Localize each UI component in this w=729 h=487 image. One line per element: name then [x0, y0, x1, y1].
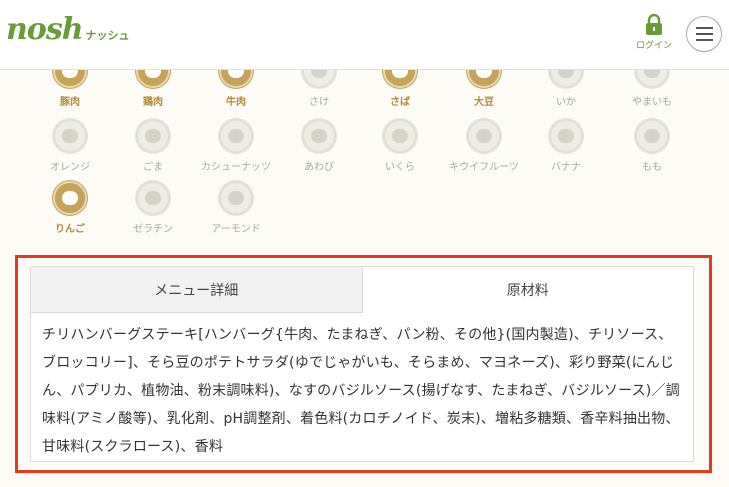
allergen-icon	[549, 70, 583, 88]
hamburger-line-icon	[696, 27, 713, 29]
allergen-icon	[136, 119, 170, 153]
allergen-glyph-icon	[476, 70, 492, 78]
allergen-glyph-icon	[558, 129, 574, 143]
allergen-item: 豚肉	[29, 70, 111, 108]
hamburger-menu-button[interactable]	[686, 16, 722, 52]
allergen-icon	[219, 119, 253, 153]
allergen-label: 大豆	[474, 97, 494, 108]
hamburger-line-icon	[696, 33, 713, 35]
allergen-glyph-icon	[145, 191, 161, 205]
allergen-label: キウイフルーツ	[449, 162, 519, 173]
allergen-icon-grid: 豚肉 鶏肉 牛肉 さけ さば 大豆 いか やまいもオレンジ ごま カシューナッツ あわび いくら キウイ…	[0, 70, 729, 245]
allergen-icon	[136, 181, 170, 215]
allergen-item: カシューナッツ	[195, 119, 277, 173]
allergen-label: オレンジ	[50, 162, 90, 173]
site-header: nosh ナッシュ ログイン	[0, 0, 729, 70]
allergen-label: さば	[390, 97, 410, 108]
ingredients-text: チリハンバーグステーキ[ハンバーグ{牛肉、たまねぎ、パン粉、その他}(国内製造)…	[42, 327, 680, 455]
allergen-label: いか	[556, 97, 576, 108]
tab-bar: メニュー詳細 原材料	[31, 267, 693, 313]
allergen-label: りんご	[55, 224, 85, 235]
allergen-item: りんご	[29, 181, 111, 235]
allergen-glyph-icon	[558, 70, 574, 78]
allergen-label: 鶏肉	[143, 97, 163, 108]
allergen-item: 大豆	[443, 70, 525, 108]
login-label: ログイン	[635, 41, 672, 51]
tab-ingredients[interactable]: 原材料	[362, 267, 693, 313]
allergen-icon	[383, 70, 417, 88]
allergen-icon	[136, 70, 170, 88]
allergen-icon	[53, 181, 87, 215]
allergen-item: 牛肉	[195, 70, 277, 108]
allergen-label: ゼラチン	[133, 224, 173, 235]
allergen-icon	[53, 119, 87, 153]
allergen-item: いくら	[359, 119, 441, 173]
allergen-label: もも	[642, 162, 662, 173]
allergen-label: 牛肉	[226, 97, 246, 108]
allergen-icon	[467, 119, 501, 153]
allergen-glyph-icon	[476, 129, 492, 143]
hamburger-line-icon	[696, 39, 713, 41]
allergen-glyph-icon	[228, 70, 244, 78]
allergen-icon	[219, 181, 253, 215]
allergen-label: バナナ	[551, 162, 581, 173]
allergen-icon	[302, 70, 336, 88]
allergen-item: ゼラチン	[112, 181, 194, 235]
allergen-glyph-icon	[644, 129, 660, 143]
allergen-item: さけ	[278, 70, 360, 108]
allergen-glyph-icon	[228, 129, 244, 143]
allergen-label: さけ	[309, 97, 329, 108]
allergen-glyph-icon	[62, 70, 78, 78]
allergen-item: アーモンド	[195, 181, 277, 235]
allergen-glyph-icon	[392, 129, 408, 143]
lock-icon	[646, 14, 662, 35]
allergen-item: ごま	[112, 119, 194, 173]
allergen-item: やまいも	[611, 70, 693, 108]
allergen-item: 鶏肉	[112, 70, 194, 108]
allergen-label: アーモンド	[211, 224, 261, 235]
allergen-icon	[635, 119, 669, 153]
allergen-glyph-icon	[62, 129, 78, 143]
allergen-item: さば	[359, 70, 441, 108]
allergen-item: もも	[611, 119, 693, 173]
allergen-label: ごま	[143, 162, 163, 173]
allergen-icon	[383, 119, 417, 153]
allergen-glyph-icon	[311, 129, 327, 143]
allergen-item: キウイフルーツ	[443, 119, 525, 173]
tab-menu-detail[interactable]: メニュー詳細	[31, 267, 363, 313]
allergen-icon	[467, 70, 501, 88]
allergen-label: いくら	[385, 162, 415, 173]
allergen-item: バナナ	[525, 119, 607, 173]
nosh-logo[interactable]: nosh ナッシュ	[6, 12, 130, 52]
allergen-label: カシューナッツ	[201, 162, 271, 173]
allergen-icon	[302, 119, 336, 153]
allergen-glyph-icon	[62, 191, 78, 205]
allergen-icon	[549, 119, 583, 153]
logo-katakana: ナッシュ	[85, 29, 130, 42]
allergen-icon	[635, 70, 669, 88]
allergen-icon	[219, 70, 253, 88]
allergen-item: あわび	[278, 119, 360, 173]
allergen-icon	[53, 70, 87, 88]
menu-info-panel: メニュー詳細 原材料 チリハンバーグステーキ[ハンバーグ{牛肉、たまねぎ、パン粉…	[30, 266, 694, 462]
allergen-glyph-icon	[228, 191, 244, 205]
allergen-glyph-icon	[311, 70, 327, 78]
allergen-glyph-icon	[145, 129, 161, 143]
allergen-glyph-icon	[145, 70, 161, 78]
allergen-label: あわび	[304, 162, 334, 173]
allergen-label: 豚肉	[60, 97, 80, 108]
logo-wordmark: nosh	[6, 12, 84, 47]
allergen-item: いか	[525, 70, 607, 108]
allergen-glyph-icon	[644, 70, 660, 78]
allergen-glyph-icon	[392, 70, 408, 78]
allergen-label: やまいも	[632, 97, 672, 108]
allergen-item: オレンジ	[29, 119, 111, 173]
login-button[interactable]: ログイン	[628, 14, 680, 58]
